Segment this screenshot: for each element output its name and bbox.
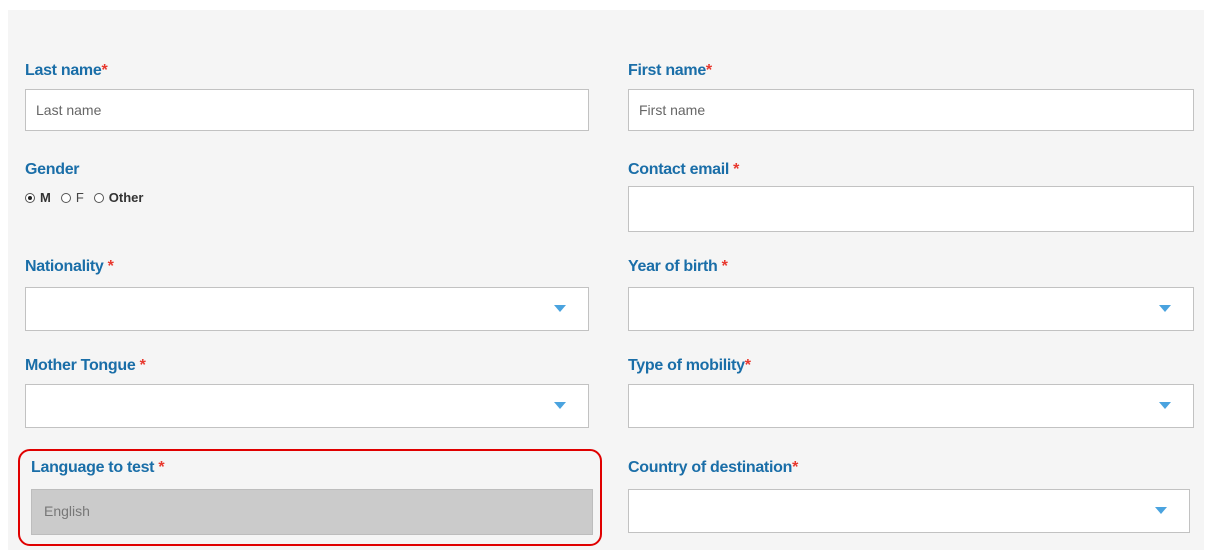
type-of-mobility-select[interactable] (628, 384, 1194, 428)
caret-down-icon[interactable] (1159, 305, 1171, 312)
last-name-field[interactable] (25, 89, 589, 131)
first-name-label: First name* (628, 62, 712, 79)
country-of-destination-select[interactable] (628, 489, 1190, 533)
gender-radio-group: M F Other (25, 190, 153, 205)
year-of-birth-label: Year of birth * (628, 258, 728, 275)
last-name-input[interactable] (26, 90, 588, 130)
contact-email-field[interactable] (628, 186, 1194, 232)
contact-email-input[interactable] (629, 187, 1193, 231)
contact-email-label: Contact email * (628, 161, 740, 178)
mother-tongue-label: Mother Tongue * (25, 357, 146, 374)
required-mark: * (744, 357, 751, 374)
language-to-test-field: English (31, 489, 593, 535)
year-of-birth-select[interactable] (628, 287, 1194, 331)
radio-checked-icon[interactable] (25, 192, 35, 203)
type-of-mobility-label: Type of mobility* (628, 357, 751, 374)
caret-down-icon[interactable] (554, 305, 566, 312)
language-to-test-value: English (44, 503, 90, 519)
required-mark: * (792, 459, 798, 476)
required-mark: * (733, 161, 740, 178)
caret-down-icon[interactable] (554, 402, 566, 409)
required-mark: * (101, 62, 108, 79)
required-mark: * (107, 258, 114, 275)
caret-down-icon[interactable] (1155, 507, 1167, 514)
first-name-field[interactable] (628, 89, 1194, 131)
radio-unchecked-icon[interactable] (93, 192, 104, 203)
required-mark: * (158, 459, 165, 476)
first-name-input[interactable] (629, 90, 1193, 130)
required-mark: * (721, 258, 728, 275)
nationality-select[interactable] (25, 287, 589, 331)
gender-label: Gender (25, 161, 80, 178)
required-mark: * (139, 357, 146, 374)
gender-radio-other[interactable]: Other (93, 190, 143, 205)
language-to-test-label: Language to test * (31, 459, 165, 476)
caret-down-icon[interactable] (1159, 402, 1171, 409)
last-name-label: Last name* (25, 62, 108, 79)
radio-unchecked-icon[interactable] (60, 192, 71, 203)
required-mark: * (705, 62, 712, 79)
gender-radio-m[interactable]: M (25, 190, 51, 205)
nationality-label: Nationality * (25, 258, 114, 275)
country-of-destination-label: Country of destination* (628, 459, 798, 476)
gender-radio-f[interactable]: F (60, 190, 84, 205)
mother-tongue-select[interactable] (25, 384, 589, 428)
